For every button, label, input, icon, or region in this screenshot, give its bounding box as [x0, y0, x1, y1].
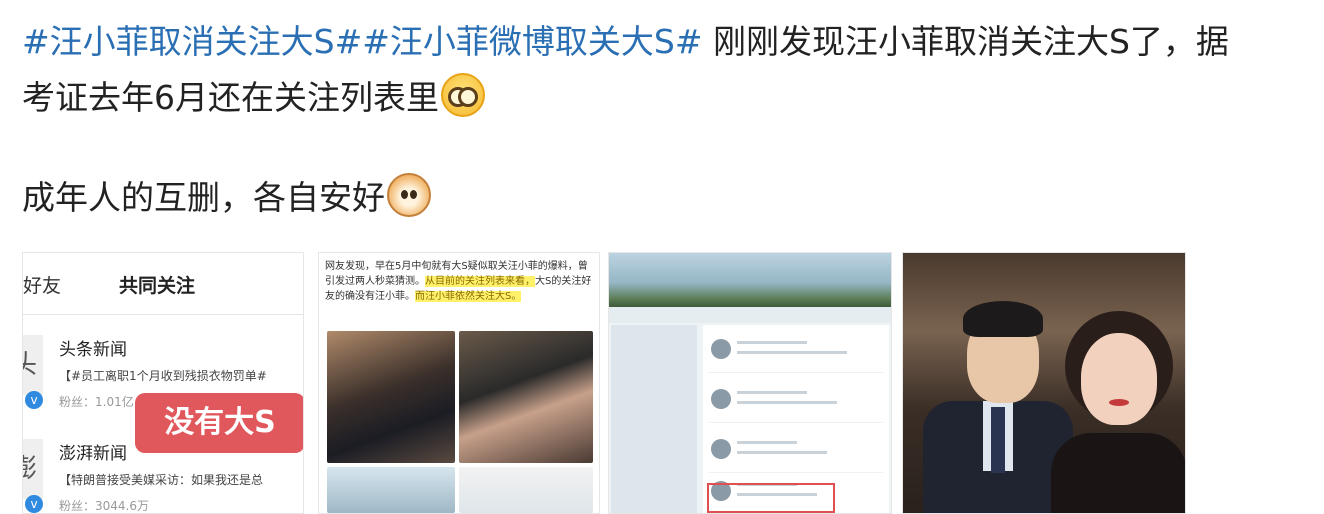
- lips: [1109, 399, 1129, 406]
- list-item: [709, 333, 883, 373]
- common-follows-header: 好友 共同关注: [23, 253, 303, 315]
- text-line: [737, 401, 837, 404]
- account-fans: 粉丝：1.01亿: [59, 395, 134, 409]
- article-photo-2: [459, 331, 593, 463]
- account-fans: 粉丝：3044.6万: [59, 499, 149, 513]
- avatar: 澎: [23, 439, 43, 499]
- thumbnail-follow-list[interactable]: [608, 252, 892, 514]
- list-item: [709, 433, 883, 473]
- thumbnail-common-follows[interactable]: 好友 共同关注 头 v 头条新闻 【#员工离职1个月收到残损衣物罚单# 粉丝：1…: [22, 252, 304, 514]
- article-photo-3: [327, 467, 455, 513]
- dress: [1051, 433, 1185, 513]
- list-item: [709, 383, 883, 423]
- verified-badge-icon: v: [25, 391, 43, 409]
- face: [1081, 333, 1157, 425]
- text-line: [737, 351, 847, 354]
- article-photo-1: [327, 331, 455, 463]
- profile-sidebar: [611, 325, 697, 513]
- post-text: #汪小菲取消关注大S##汪小菲微博取关大S# 刚刚发现汪小菲取消关注大S了，据 …: [22, 14, 1312, 226]
- text-line: [737, 441, 797, 444]
- post-line-3-text: 成年人的互删，各自安好: [22, 178, 385, 217]
- avatar: [711, 339, 731, 359]
- hashtag-link-1[interactable]: #汪小菲取消关注大S#: [22, 22, 362, 61]
- post-line-2: 考证去年6月还在关注列表里: [22, 70, 1312, 126]
- account-desc: 【特朗普接受美媒采访：如果我还是总: [59, 473, 264, 487]
- text-line: [737, 451, 827, 454]
- overlay-label: 没有大S: [135, 393, 303, 453]
- cat-face-emoji-icon: [387, 173, 431, 217]
- image-gallery: 好友 共同关注 头 v 头条新闻 【#员工离职1个月收到残损衣物罚单# 粉丝：1…: [22, 252, 1192, 514]
- thumbnail-couple-photo[interactable]: [902, 252, 1186, 514]
- follow-list: [703, 325, 889, 513]
- text-line: [737, 391, 807, 394]
- post-line-1: #汪小菲取消关注大S##汪小菲微博取关大S# 刚刚发现汪小菲取消关注大S了，据: [22, 14, 1312, 70]
- article-highlight-2: 而汪小菲依然关注大S。: [415, 291, 522, 302]
- friends-tab: 好友: [23, 275, 62, 297]
- hair: [963, 301, 1043, 337]
- avatar: 头: [23, 335, 43, 395]
- article-photo-4: [459, 467, 593, 513]
- hashtag-link-2[interactable]: #汪小菲微博取关大S#: [362, 22, 702, 61]
- post-line-1-text: 刚刚发现汪小菲取消关注大S了，据: [702, 22, 1229, 61]
- profile-nav: [609, 307, 891, 323]
- glasses-face-emoji-icon: [441, 73, 485, 117]
- account-name: 澎湃新闻: [59, 444, 127, 464]
- woman-figure: [1051, 301, 1185, 513]
- thumbnail-article[interactable]: 网友发现，早在5月中旬就有大S疑似取关汪小菲的爆料，曾引发过两人秒菜猜测。从目前…: [318, 252, 600, 514]
- profile-banner: [609, 253, 891, 307]
- post-line-2-text: 考证去年6月还在关注列表里: [22, 78, 439, 117]
- text-line: [737, 341, 807, 344]
- avatar: [711, 439, 731, 459]
- article-text: 网友发现，早在5月中旬就有大S疑似取关汪小菲的爆料，曾引发过两人秒菜猜测。从目前…: [325, 259, 593, 304]
- account-name: 头条新闻: [59, 340, 127, 360]
- highlight-box: [707, 483, 835, 513]
- avatar: [711, 389, 731, 409]
- article-highlight-1: 从目前的关注列表来看，: [425, 276, 535, 287]
- tie: [991, 407, 1005, 473]
- account-desc: 【#员工离职1个月收到残损衣物罚单#: [59, 369, 267, 383]
- verified-badge-icon: v: [25, 495, 43, 513]
- post-line-3: 成年人的互删，各自安好: [22, 170, 1312, 226]
- common-follows-title: 共同关注: [119, 275, 196, 297]
